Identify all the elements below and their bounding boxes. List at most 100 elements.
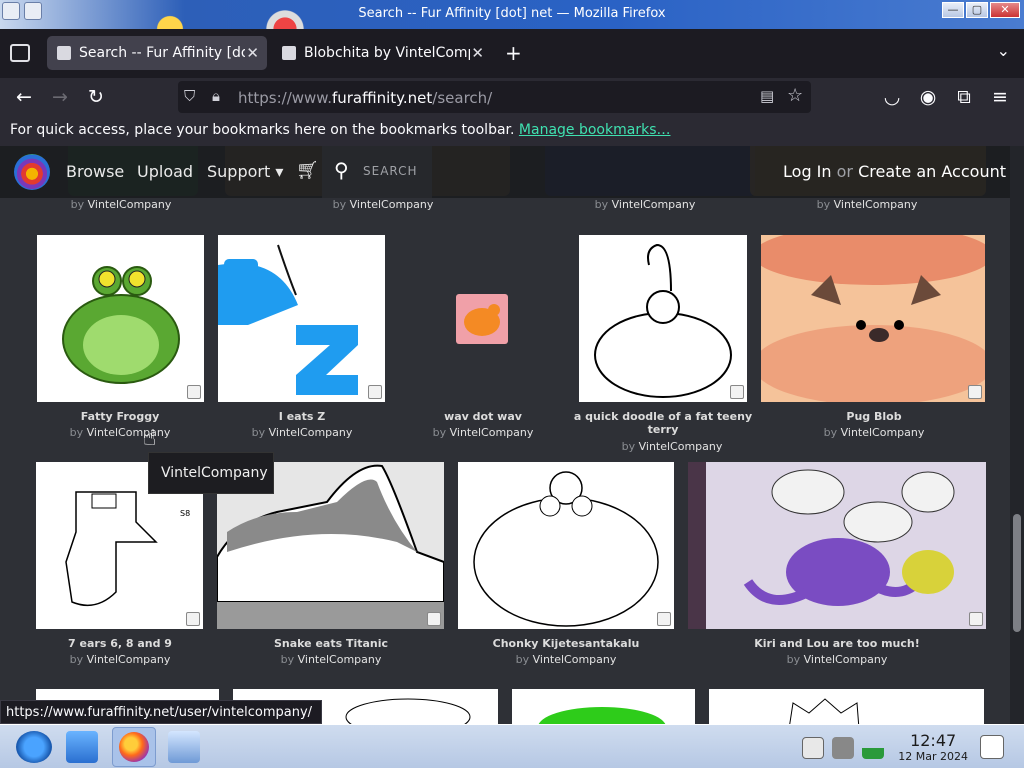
thumbnail-kiri-and-lou[interactable] bbox=[688, 462, 986, 629]
title-i-eats-z[interactable]: I eats Z bbox=[202, 410, 402, 423]
show-desktop-icon[interactable] bbox=[980, 735, 1004, 759]
author-link[interactable]: VintelCompany bbox=[298, 653, 382, 666]
page-content: Browse Upload Support ▾ 🛒︎ ⚲ SEARCH Log … bbox=[0, 146, 1010, 724]
title-fatty-froggy[interactable]: Fatty Froggy bbox=[20, 410, 220, 423]
tab-strip: Search -- Fur Affinity [dot] net ✕ Blobc… bbox=[0, 29, 1024, 78]
navigation-toolbar: ← → ↻ ⛉ 🔒︎ https://www.furaffinity.net/s… bbox=[0, 78, 1024, 116]
page-scrollbar[interactable] bbox=[1010, 146, 1024, 724]
title-pug-blob[interactable]: Pug Blob bbox=[774, 410, 974, 423]
create-account-link[interactable]: Create an Account bbox=[858, 162, 1006, 181]
thumbnail-i-eats-z[interactable] bbox=[218, 235, 385, 402]
terry-artwork bbox=[594, 243, 732, 398]
author-link[interactable]: VintelCompany bbox=[612, 198, 696, 211]
thumbnail-chonky-kijetesantakalu[interactable] bbox=[458, 462, 674, 629]
thumbnail-next-row[interactable] bbox=[512, 689, 695, 724]
app-menu-icon[interactable]: ≡ bbox=[987, 84, 1013, 110]
network-icon[interactable] bbox=[862, 737, 884, 759]
author-link[interactable]: VintelCompany bbox=[804, 653, 888, 666]
firefox-view-icon[interactable] bbox=[10, 44, 30, 62]
login-link[interactable]: Log In bbox=[783, 162, 832, 181]
title-7-ears[interactable]: 7 ears 6, 8 and 9 bbox=[20, 637, 220, 650]
image-file-icon bbox=[657, 612, 671, 626]
cart-icon[interactable]: 🛒︎ bbox=[296, 160, 319, 181]
author-link[interactable]: VintelCompany bbox=[639, 440, 723, 453]
file-manager-icon[interactable] bbox=[66, 731, 98, 763]
firefox-logo-icon bbox=[119, 732, 149, 762]
author-link[interactable]: VintelCompany bbox=[834, 198, 918, 211]
maximize-button[interactable]: ▢ bbox=[966, 2, 988, 18]
cat-face-artwork bbox=[789, 698, 860, 724]
new-tab-button[interactable]: + bbox=[505, 41, 522, 65]
thumbnail-next-row[interactable] bbox=[709, 689, 984, 724]
nav-upload-link[interactable]: Upload bbox=[137, 162, 193, 181]
bookmarks-hint: For quick access, place your bookmarks h… bbox=[10, 122, 515, 138]
thumbnail-wav-dot-wav[interactable] bbox=[456, 294, 508, 344]
url-text[interactable]: https://www.furaffinity.net/search/ bbox=[238, 89, 492, 107]
scrollbar-thumb[interactable] bbox=[1013, 514, 1021, 632]
start-button-icon[interactable] bbox=[16, 731, 52, 763]
title-chonky-kijetesantakalu[interactable]: Chonky Kijetesantakalu bbox=[466, 637, 666, 650]
nav-browse-link[interactable]: Browse bbox=[66, 162, 124, 181]
reader-view-icon[interactable]: ▤ bbox=[760, 87, 774, 105]
tab-close-icon[interactable]: ✕ bbox=[471, 44, 484, 62]
taskbar-clock[interactable]: 12:47 12 Mar 2024 bbox=[898, 731, 968, 763]
lock-icon[interactable]: 🔒︎ bbox=[212, 87, 220, 105]
title-kiri-and-lou[interactable]: Kiri and Lou are too much! bbox=[737, 637, 937, 650]
reload-button[interactable]: ↻ bbox=[83, 84, 109, 110]
forward-button[interactable]: → bbox=[47, 84, 73, 110]
close-window-button[interactable]: ✕ bbox=[990, 2, 1020, 18]
cat-artwork bbox=[464, 304, 500, 336]
nav-support-menu[interactable]: Support ▾ bbox=[207, 162, 283, 181]
author-link[interactable]: VintelCompany bbox=[350, 198, 434, 211]
account-icon[interactable]: ◉ bbox=[915, 84, 941, 110]
thumbnail-fat-teeny-terry[interactable] bbox=[579, 235, 747, 402]
window-title: Search -- Fur Affinity [dot] net — Mozil… bbox=[358, 6, 666, 21]
author-link[interactable]: VintelCompany bbox=[269, 426, 353, 439]
author-link[interactable]: VintelCompany bbox=[88, 198, 172, 211]
or-text: or bbox=[836, 162, 854, 181]
tab-close-icon[interactable]: ✕ bbox=[246, 44, 259, 62]
thumbnail-fatty-froggy[interactable] bbox=[37, 235, 204, 402]
clock-time: 12:47 bbox=[910, 731, 957, 750]
byline: by VintelCompany bbox=[69, 653, 171, 666]
pug-artwork bbox=[753, 225, 993, 405]
tab-blobchita[interactable]: Blobchita by VintelCompany ✕ bbox=[272, 36, 492, 70]
url-bar[interactable]: ⛉ 🔒︎ https://www.furaffinity.net/search/… bbox=[178, 81, 811, 113]
control-panel-icon[interactable] bbox=[168, 731, 200, 763]
author-tooltip: VintelCompany bbox=[148, 452, 274, 494]
author-link[interactable]: VintelCompany bbox=[87, 426, 171, 439]
volume-muted-icon[interactable] bbox=[832, 737, 854, 759]
image-file-icon bbox=[427, 612, 441, 626]
tab-search[interactable]: Search -- Fur Affinity [dot] net ✕ bbox=[47, 36, 267, 70]
image-file-icon bbox=[368, 385, 382, 399]
author-link[interactable]: VintelCompany bbox=[533, 653, 617, 666]
shield-icon[interactable]: ⛉ bbox=[184, 87, 195, 105]
image-file-icon bbox=[187, 385, 201, 399]
list-all-tabs-button[interactable]: ⌄ bbox=[997, 41, 1010, 60]
author-link[interactable]: VintelCompany bbox=[841, 426, 925, 439]
clipboard-tray-icon[interactable] bbox=[802, 737, 824, 759]
title-snake-eats-titanic[interactable]: Snake eats Titanic bbox=[231, 637, 431, 650]
site-search[interactable]: ⚲ SEARCH bbox=[322, 146, 432, 198]
image-file-icon bbox=[969, 612, 983, 626]
manage-bookmarks-link[interactable]: Manage bookmarks… bbox=[519, 122, 671, 138]
back-button[interactable]: ← bbox=[11, 84, 37, 110]
tab-favicon-icon bbox=[57, 46, 71, 60]
furaffinity-logo[interactable] bbox=[14, 154, 50, 190]
firefox-taskbar-icon[interactable] bbox=[112, 727, 156, 767]
bookmarks-toolbar: For quick access, place your bookmarks h… bbox=[0, 116, 1024, 146]
title-wav-dot-wav[interactable]: wav dot wav bbox=[383, 410, 583, 423]
extensions-icon[interactable]: ⧉ bbox=[951, 84, 977, 110]
byline: by VintelCompany bbox=[69, 426, 171, 439]
title-fat-teeny-terry[interactable]: a quick doodle of a fat teeny terry bbox=[573, 410, 753, 436]
author-link[interactable]: VintelCompany bbox=[87, 653, 171, 666]
pocket-icon[interactable]: ◡ bbox=[879, 84, 905, 110]
thumbnail-pug-blob[interactable] bbox=[753, 225, 993, 405]
minimize-button[interactable]: — bbox=[942, 2, 964, 18]
byline: by VintelCompany bbox=[823, 426, 925, 439]
author-link[interactable]: VintelCompany bbox=[450, 426, 534, 439]
site-header: Browse Upload Support ▾ 🛒︎ ⚲ SEARCH Log … bbox=[0, 146, 1010, 198]
account-links: Log In or Create an Account bbox=[783, 162, 1006, 181]
bookmark-star-icon[interactable]: ☆ bbox=[787, 85, 803, 106]
window-controls: — ▢ ✕ bbox=[942, 2, 1020, 18]
